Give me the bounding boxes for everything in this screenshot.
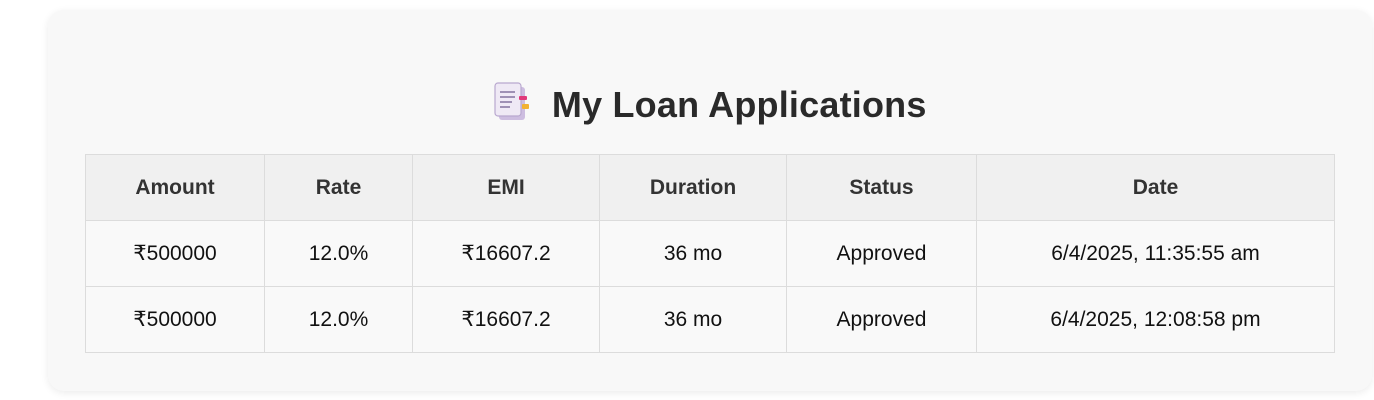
cell-rate: 12.0% <box>264 286 413 353</box>
column-header-rate: Rate <box>264 154 413 221</box>
cell-amount: ₹500000 <box>85 220 265 287</box>
column-header-amount: Amount <box>85 154 265 221</box>
document-icon <box>493 82 531 122</box>
cell-emi: ₹16607.2 <box>412 220 600 287</box>
cell-duration: 36 mo <box>599 286 787 353</box>
cell-rate: 12.0% <box>264 220 413 287</box>
cell-date: 6/4/2025, 11:35:55 am <box>976 220 1335 287</box>
loan-applications-card: My Loan Applications Amount Rate EMI Dur… <box>48 10 1372 391</box>
cell-amount: ₹500000 <box>85 286 265 353</box>
loan-applications-table: Amount Rate EMI Duration Status Date ₹50… <box>85 154 1335 353</box>
cell-duration: 36 mo <box>599 220 787 287</box>
page-title-row: My Loan Applications <box>48 82 1372 126</box>
cell-status: Approved <box>786 220 977 287</box>
column-header-date: Date <box>976 154 1335 221</box>
cell-emi: ₹16607.2 <box>412 286 600 353</box>
column-header-duration: Duration <box>599 154 787 221</box>
cell-date: 6/4/2025, 12:08:58 pm <box>976 286 1335 353</box>
column-header-emi: EMI <box>412 154 600 221</box>
table-row: ₹500000 12.0% ₹16607.2 36 mo Approved 6/… <box>85 220 1335 287</box>
cell-status: Approved <box>786 286 977 353</box>
table-header-row: Amount Rate EMI Duration Status Date <box>85 154 1335 221</box>
table-row: ₹500000 12.0% ₹16607.2 36 mo Approved 6/… <box>85 286 1335 353</box>
column-header-status: Status <box>786 154 977 221</box>
page-title: My Loan Applications <box>551 84 927 125</box>
